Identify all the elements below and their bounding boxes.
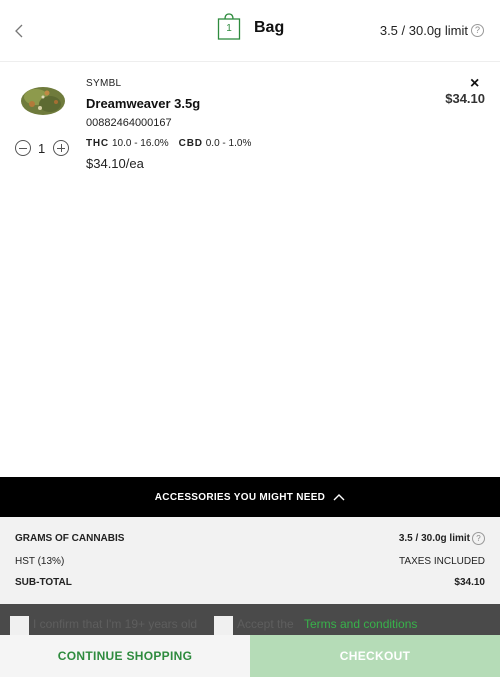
- terms-checkbox[interactable]: [214, 616, 233, 635]
- unit-price: $34.10/ea: [86, 156, 144, 171]
- grams-value: 3.5 / 30.0g limit: [398, 533, 470, 544]
- terms-link[interactable]: Terms and conditions: [304, 617, 417, 631]
- tax-value: TAXES INCLUDED: [399, 556, 485, 567]
- header: 1 Bag 3.5 / 30.0g limit ?: [0, 0, 500, 62]
- checkout-button[interactable]: CHECKOUT: [250, 635, 500, 677]
- summary-help-icon[interactable]: ?: [472, 532, 485, 545]
- consent-bar: I confirm that I'm 19+ years old Accept …: [0, 604, 500, 635]
- decrease-quantity-button[interactable]: [15, 140, 31, 156]
- product-brand: SYMBL: [86, 78, 122, 89]
- bag-item-count: 1: [226, 23, 232, 34]
- checkout-label: CHECKOUT: [339, 649, 411, 663]
- continue-shopping-label: CONTINUE SHOPPING: [57, 649, 193, 663]
- age-confirm-label: I confirm that I'm 19+ years old: [33, 617, 198, 631]
- thc-value: 10.0 - 16.0%: [111, 138, 169, 149]
- grams-label: GRAMS OF CANNABIS: [15, 533, 125, 544]
- page-title: Bag: [254, 19, 285, 36]
- age-confirm-checkbox[interactable]: [10, 616, 29, 635]
- tax-label: HST (13%): [15, 556, 65, 567]
- subtotal-label: SUB-TOTAL: [15, 577, 72, 588]
- help-icon[interactable]: ?: [471, 24, 484, 37]
- cbd-label: CBD: [178, 138, 203, 149]
- potency-info: THC 10.0 - 16.0% CBD 0.0 - 1.0%: [86, 138, 251, 149]
- product-sku: 00882464000167: [86, 117, 172, 129]
- increase-quantity-button[interactable]: [53, 140, 69, 156]
- accessories-label: ACCESSORIES YOU MIGHT NEED: [154, 491, 326, 503]
- accessories-toggle[interactable]: ACCESSORIES YOU MIGHT NEED: [0, 477, 500, 517]
- continue-shopping-button[interactable]: CONTINUE SHOPPING: [0, 635, 250, 677]
- subtotal-value: $34.10: [454, 577, 485, 588]
- cannabis-limit: 3.5 / 30.0g limit: [379, 23, 468, 38]
- order-summary: GRAMS OF CANNABIS 3.5 / 30.0g limit ? HS…: [0, 517, 500, 604]
- back-arrow-icon[interactable]: [10, 20, 30, 42]
- product-image: [21, 87, 65, 115]
- quantity-value: 1: [38, 141, 46, 156]
- chevron-up-icon: [333, 494, 345, 501]
- product-name[interactable]: Dreamweaver 3.5g: [86, 96, 200, 111]
- line-total: $34.10: [445, 91, 485, 106]
- remove-item-button[interactable]: ×: [470, 76, 479, 92]
- cbd-value: 0.0 - 1.0%: [205, 138, 252, 149]
- thc-label: THC: [86, 138, 109, 149]
- accept-terms-label: Accept the: [237, 617, 294, 631]
